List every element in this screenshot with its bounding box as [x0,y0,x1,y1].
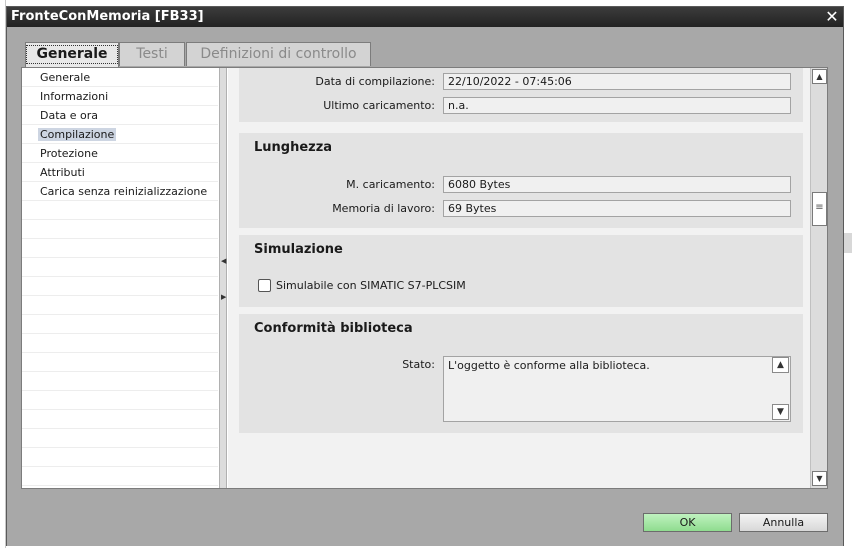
nav-empty-row [22,220,218,239]
plcsim-checkbox-label[interactable]: Simulabile con SIMATIC S7-PLCSIM [276,279,466,292]
last-load-field: n.a. [443,97,791,114]
textarea-scrollbar[interactable]: ▲ ▼ [771,357,790,421]
load-memory-field: 6080 Bytes [443,176,791,193]
nav-empty-row [22,372,218,391]
window-title: FronteConMemoria [FB33] [11,9,204,24]
work-memory-field: 69 Bytes [443,200,791,217]
tab-label: Generale [26,45,118,64]
status-label: Stato: [402,358,435,371]
nav-item-informazioni[interactable]: Informazioni [22,87,218,106]
section-title: Conformità biblioteca [254,321,413,336]
dialog-footer: OK Annulla [7,491,843,546]
background-scroll-knob [844,233,852,253]
close-button[interactable]: ✕ [823,8,841,26]
tab-bar: Generale Testi Definizioni di controllo [7,27,843,67]
tab-content: Generale Informazioni Data e ora Compila… [21,67,828,489]
tab-definizioni-di-controllo[interactable]: Definizioni di controllo [186,42,371,66]
nav-empty-row [22,410,218,429]
details-scrollbar[interactable]: ▲ ≡ ▼ [810,68,827,488]
nav-item-label: Informazioni [40,90,109,103]
chevron-down-icon: ▼ [816,474,823,483]
nav-item-compilazione[interactable]: Compilazione [22,125,218,144]
nav-item-label: Carica senza reinizializzazione [40,185,208,198]
nav-empty-row [22,448,218,467]
nav-item-label: Generale [40,71,91,84]
load-memory-label: M. caricamento: [346,178,435,191]
grip-icon: ≡ [815,202,824,213]
nav-item-data-e-ora[interactable]: Data e ora [22,106,218,125]
section-length: Lunghezza M. caricamento: 6080 Bytes Mem… [239,133,803,228]
nav-item-attributi[interactable]: Attributi [22,163,218,182]
nav-empty-row [22,467,218,486]
section-title: Simulazione [254,242,343,257]
nav-item-protezione[interactable]: Protezione [22,144,218,163]
nav-empty-row [22,258,218,277]
scroll-up-button[interactable]: ▲ [772,357,789,373]
work-memory-label: Memoria di lavoro: [332,202,435,215]
collapse-left-icon[interactable]: ◀ [221,258,226,265]
panel-splitter[interactable]: ◀ ▶ [220,68,227,488]
property-navigation: Generale Informazioni Data e ora Compila… [22,68,220,488]
tab-label: Testi [136,46,168,62]
tab-generale[interactable]: Generale [25,42,119,67]
chevron-up-icon: ▲ [777,360,784,370]
nav-empty-row [22,277,218,296]
property-details: Data di compilazione: 22/10/2022 - 07:45… [228,68,810,488]
nav-empty-row [22,239,218,258]
nav-item-generale[interactable]: Generale [22,68,218,87]
background-window-right [843,0,852,548]
tab-testi[interactable]: Testi [119,42,185,66]
nav-empty-row [22,315,218,334]
tab-label: Definizioni di controllo [200,46,357,62]
nav-empty-row [22,334,218,353]
nav-item-label: Data e ora [40,109,99,122]
nav-item-label: Attributi [40,166,85,179]
expand-right-icon[interactable]: ▶ [221,294,226,301]
scroll-down-button[interactable]: ▼ [772,404,789,420]
chevron-up-icon: ▲ [816,72,823,81]
nav-item-carica-senza-reinizializzazione[interactable]: Carica senza reinizializzazione [22,182,218,201]
close-icon: ✕ [825,7,839,26]
status-text: L'oggetto è conforme alla biblioteca. [448,359,650,372]
scroll-up-button[interactable]: ▲ [812,69,827,84]
nav-empty-row [22,201,218,220]
compile-date-field: 22/10/2022 - 07:45:06 [443,73,791,90]
plcsim-checkbox[interactable] [258,279,271,292]
chevron-down-icon: ▼ [777,407,784,417]
nav-item-label: Protezione [40,147,98,160]
nav-empty-row [22,353,218,372]
nav-empty-row [22,296,218,315]
nav-empty-row [22,391,218,410]
compile-date-label: Data di compilazione: [315,75,435,88]
title-bar: FronteConMemoria [FB33] ✕ [7,7,843,27]
section-simulation: Simulazione Simulabile con SIMATIC S7-PL… [239,235,803,307]
nav-item-label: Compilazione [38,128,117,141]
scroll-thumb[interactable]: ≡ [812,192,827,226]
section-title: Lunghezza [254,140,333,155]
last-load-label: Ultimo caricamento: [323,99,435,112]
ok-button[interactable]: OK [643,513,732,532]
section-compile-info: Data di compilazione: 22/10/2022 - 07:45… [239,68,803,122]
properties-dialog: FronteConMemoria [FB33] ✕ Generale Testi… [6,6,844,546]
section-library-conformity: Conformità biblioteca Stato: L'oggetto è… [239,314,803,433]
nav-empty-row [22,429,218,448]
cancel-button[interactable]: Annulla [739,513,828,532]
status-textarea[interactable]: L'oggetto è conforme alla biblioteca. ▲ … [443,356,791,422]
scroll-down-button[interactable]: ▼ [812,471,827,486]
